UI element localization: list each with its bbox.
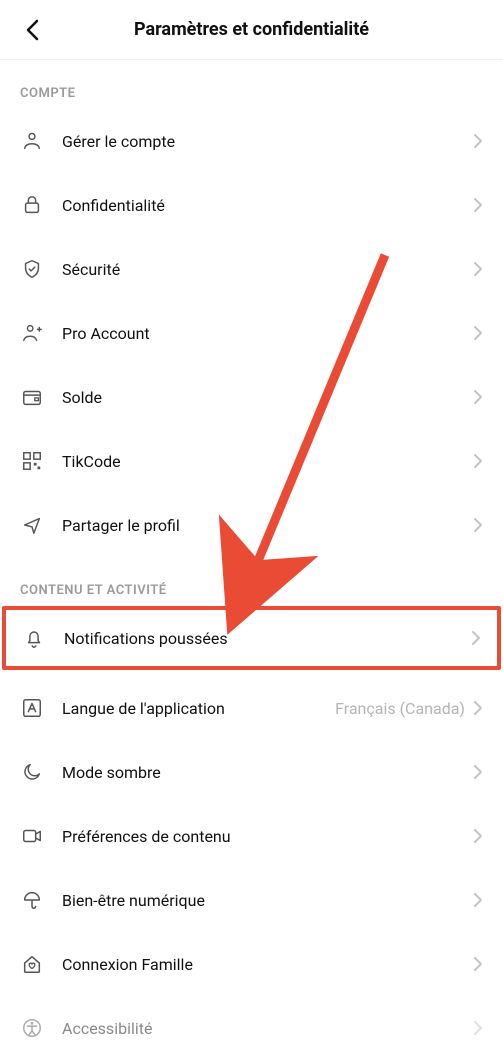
- share-icon: [20, 513, 44, 537]
- row-family-pairing[interactable]: Connexion Famille: [0, 932, 503, 996]
- chevron-right-icon: [473, 325, 483, 341]
- row-manage-account[interactable]: Gérer le compte: [0, 109, 503, 173]
- row-label: Notifications poussées: [64, 629, 471, 648]
- person-plus-icon: [20, 321, 44, 345]
- row-content-preferences[interactable]: Préférences de contenu: [0, 804, 503, 868]
- row-label: Partager le profil: [62, 516, 473, 535]
- chevron-right-icon: [473, 892, 483, 908]
- bell-icon: [22, 626, 46, 650]
- row-label: Accessibilité: [62, 1019, 473, 1038]
- chevron-right-icon: [473, 517, 483, 533]
- section-header-compte: COMPTE: [0, 60, 503, 109]
- row-accessibility[interactable]: Accessibilité: [0, 996, 503, 1060]
- section-header-content-activity: CONTENU ET ACTIVITÉ: [0, 557, 503, 606]
- row-app-language[interactable]: Langue de l'application Français (Canada…: [0, 676, 503, 740]
- row-security[interactable]: Sécurité: [0, 237, 503, 301]
- row-label: Préférences de contenu: [62, 827, 473, 846]
- chevron-right-icon: [473, 828, 483, 844]
- row-share-profile[interactable]: Partager le profil: [0, 493, 503, 557]
- row-tikcode[interactable]: TikCode: [0, 429, 503, 493]
- row-pro-account[interactable]: Pro Account: [0, 301, 503, 365]
- chevron-right-icon: [473, 1020, 483, 1036]
- chevron-right-icon: [473, 133, 483, 149]
- shield-icon: [20, 257, 44, 281]
- row-label: Bien-être numérique: [62, 891, 473, 910]
- video-icon: [20, 824, 44, 848]
- row-value: Français (Canada): [335, 699, 465, 718]
- row-push-notifications[interactable]: Notifications poussées: [6, 610, 497, 666]
- row-label: Gérer le compte: [62, 132, 473, 151]
- chevron-right-icon: [473, 453, 483, 469]
- row-balance[interactable]: Solde: [0, 365, 503, 429]
- page-title: Paramètres et confidentialité: [134, 19, 369, 40]
- row-digital-wellbeing[interactable]: Bien-être numérique: [0, 868, 503, 932]
- row-label: Pro Account: [62, 324, 473, 343]
- row-label: Sécurité: [62, 260, 473, 279]
- back-button[interactable]: [16, 14, 48, 46]
- row-dark-mode[interactable]: Mode sombre: [0, 740, 503, 804]
- row-label: Solde: [62, 388, 473, 407]
- qrcode-icon: [20, 449, 44, 473]
- accessibility-icon: [20, 1016, 44, 1040]
- umbrella-icon: [20, 888, 44, 912]
- language-icon: [20, 696, 44, 720]
- header: Paramètres et confidentialité: [0, 0, 503, 60]
- person-icon: [20, 129, 44, 153]
- row-privacy[interactable]: Confidentialité: [0, 173, 503, 237]
- row-label: Langue de l'application: [62, 699, 335, 718]
- row-label: Mode sombre: [62, 763, 473, 782]
- row-label: Confidentialité: [62, 196, 473, 215]
- wallet-icon: [20, 385, 44, 409]
- chevron-left-icon: [25, 19, 39, 41]
- row-label: Connexion Famille: [62, 955, 473, 974]
- chevron-right-icon: [471, 630, 481, 646]
- moon-icon: [20, 760, 44, 784]
- chevron-right-icon: [473, 389, 483, 405]
- chevron-right-icon: [473, 700, 483, 716]
- highlight-annotation: Notifications poussées: [2, 606, 501, 670]
- chevron-right-icon: [473, 764, 483, 780]
- chevron-right-icon: [473, 261, 483, 277]
- chevron-right-icon: [473, 956, 483, 972]
- lock-icon: [20, 193, 44, 217]
- row-label: TikCode: [62, 452, 473, 471]
- home-heart-icon: [20, 952, 44, 976]
- chevron-right-icon: [473, 197, 483, 213]
